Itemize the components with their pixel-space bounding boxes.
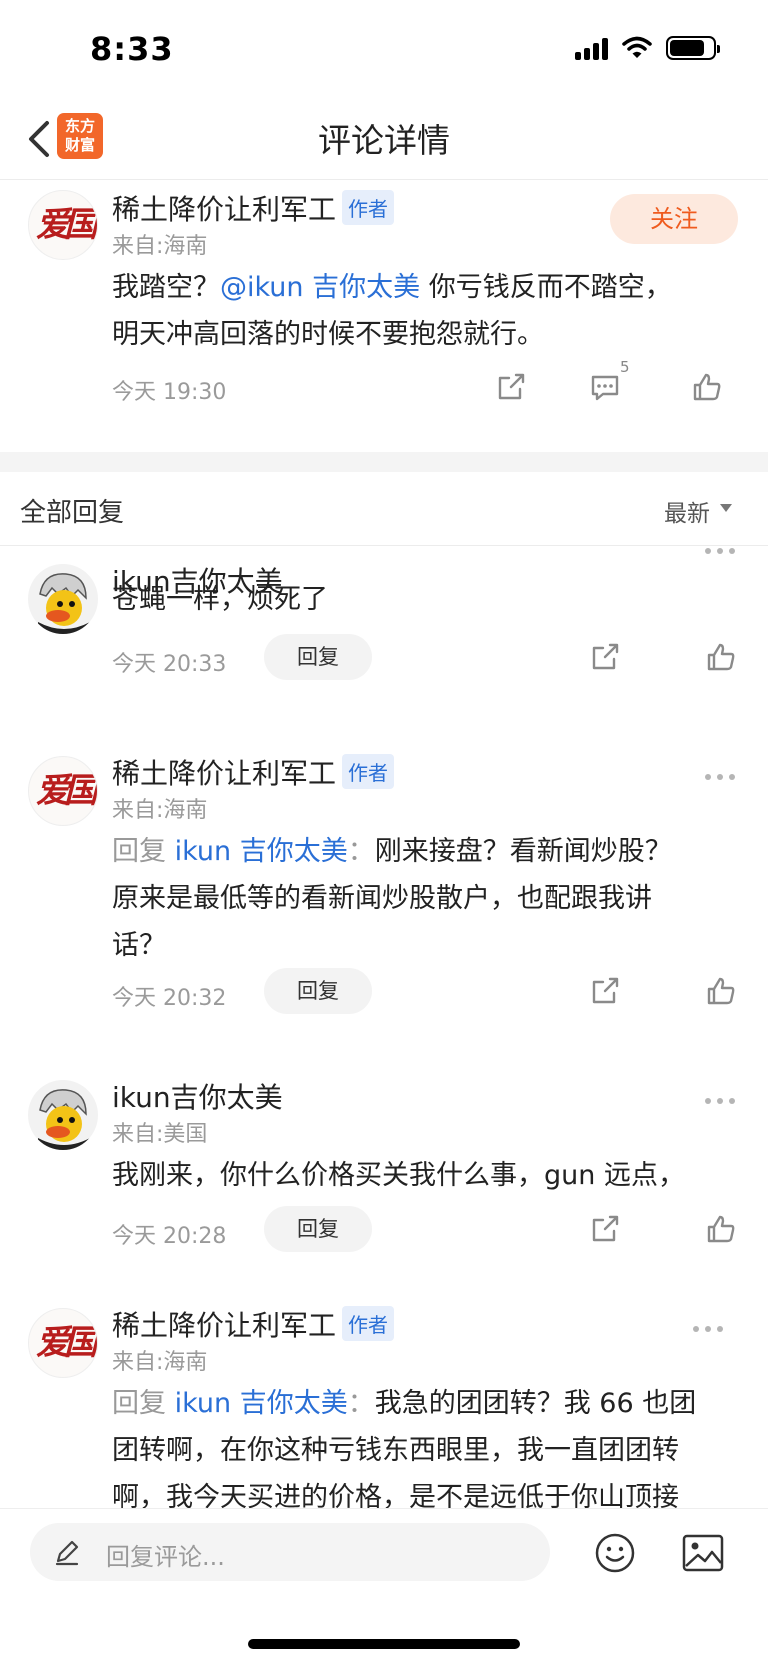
comment-author-name[interactable]: 稀土降价让利军工 [112, 1304, 336, 1344]
caret-down-icon[interactable] [720, 504, 732, 512]
share-icon[interactable] [588, 640, 622, 674]
post-time: 今天 19:30 [112, 380, 227, 405]
comment-text-line1: 苍蝇一样，烦死了 [112, 584, 328, 615]
comment-location: 来自:海南 [112, 798, 208, 823]
comment-time: 今天 20:28 [112, 1224, 227, 1249]
comment-content: 回复 ikun 吉你太美：刚来接盘？看新闻炒股？ 原来是最低等的看新闻炒股散户，… [112, 828, 742, 969]
avatar[interactable] [28, 1080, 98, 1150]
emoji-icon[interactable] [593, 1531, 637, 1575]
pencil-icon [55, 1540, 79, 1566]
like-icon[interactable] [704, 640, 738, 674]
comment-item: ikun吉你太美 苍蝇一样，烦死了 今天 20:33 回复 [0, 546, 768, 736]
wifi-icon [622, 36, 652, 58]
comment-item: 爱国 稀土降价让利军工 作者 来自:海南 回复 ikun 吉你太美：刚来接盘？看… [0, 736, 768, 1060]
reply-colon: ： [347, 1388, 375, 1419]
comment-text-line3: 话？ [112, 930, 166, 961]
comment-content: 苍蝇一样，烦死了 [112, 576, 328, 623]
comment-author-name[interactable]: 稀土降价让利军工 [112, 752, 336, 792]
comment-content: 我刚来，你什么价格买关我什么事，gun 远点， [112, 1152, 685, 1199]
reply-input-placeholder: 回复评论... [106, 1543, 225, 1571]
nav-bar: 东方 财富 评论详情 [0, 100, 768, 180]
post-content: 我踏空？@ikun 吉你太美 你亏钱反而不踏空， 明天冲高回落的时候不要抱怨就行… [112, 264, 732, 358]
more-options-icon[interactable] [705, 1096, 739, 1106]
comment-time: 今天 20:33 [112, 652, 227, 677]
share-icon[interactable] [588, 1212, 622, 1246]
mention-link[interactable]: ikun 吉你太美 [175, 1388, 348, 1419]
battery-icon [666, 36, 720, 60]
more-options-icon[interactable] [705, 772, 739, 782]
avatar[interactable]: 爱国 [28, 190, 98, 260]
share-icon[interactable] [494, 370, 528, 404]
like-icon[interactable] [704, 974, 738, 1008]
comment-text-line1: 刚来接盘？看新闻炒股？ [374, 836, 672, 867]
reply-colon: ： [347, 836, 375, 867]
all-replies-label: 全部回复 [20, 498, 125, 528]
avatar-seal-text: 爱国 [36, 771, 97, 811]
status-time: 8:33 [90, 30, 174, 68]
comment-location: 来自:海南 [112, 1350, 208, 1375]
post-location: 来自:海南 [112, 234, 208, 259]
original-post: 爱国 稀土降价让利军工 作者 来自:海南 关注 我踏空？@ikun 吉你太美 你… [0, 180, 768, 452]
author-badge: 作者 [342, 1306, 394, 1341]
reply-button[interactable]: 回复 [264, 634, 372, 680]
section-divider [0, 452, 768, 472]
duck-avatar-icon [38, 1089, 90, 1150]
comment-icon[interactable] [588, 370, 622, 404]
more-options-icon[interactable] [693, 1324, 727, 1334]
status-icons [575, 36, 720, 60]
reply-prefix: 回复 [112, 1388, 166, 1419]
share-icon[interactable] [588, 974, 622, 1008]
post-author-name[interactable]: 稀土降价让利军工 [112, 188, 336, 228]
home-indicator [248, 1639, 520, 1649]
duck-avatar-icon [38, 573, 90, 634]
mention-link[interactable]: ikun 吉你太美 [175, 836, 348, 867]
like-icon[interactable] [704, 1212, 738, 1246]
author-badge: 作者 [342, 754, 394, 789]
post-text-before: 我踏空？ [112, 272, 220, 303]
comment-item: ikun吉你太美 来自:美国 我刚来，你什么价格买关我什么事，gun 远点， 今… [0, 1060, 768, 1274]
reply-button[interactable]: 回复 [264, 1206, 372, 1252]
mention-link[interactable]: @ikun 吉你太美 [220, 272, 420, 303]
comment-location: 来自:美国 [112, 1122, 208, 1147]
comment-author-name[interactable]: ikun吉你太美 [112, 1076, 283, 1116]
comment-text-line3: 啊，我今天买进的价格，是不是远低于你山顶接 [112, 1482, 679, 1508]
image-icon[interactable] [681, 1533, 725, 1573]
comment-text-line2: 团转啊，在你这种亏钱东西眼里，我一直团团转 [112, 1435, 679, 1466]
comment-time: 今天 20:32 [112, 986, 227, 1011]
reply-input[interactable]: 回复评论... [30, 1523, 550, 1581]
follow-button[interactable]: 关注 [610, 194, 738, 244]
reply-button[interactable]: 回复 [264, 968, 372, 1014]
avatar[interactable]: 爱国 [28, 1308, 98, 1378]
more-options-icon[interactable] [705, 546, 739, 556]
avatar[interactable] [28, 564, 98, 634]
comment-text-line2: 原来是最低等的看新闻炒股散户，也配跟我讲 [112, 883, 652, 914]
avatar[interactable]: 爱国 [28, 756, 98, 826]
like-icon[interactable] [690, 370, 724, 404]
cellular-signal-icon [575, 36, 608, 60]
post-text-line2: 明天冲高回落的时候不要抱怨就行。 [112, 319, 544, 350]
reply-prefix: 回复 [112, 836, 166, 867]
replies-header: 全部回复 最新 [0, 472, 768, 546]
comment-text-line1: 我刚来，你什么价格买关我什么事，gun 远点， [112, 1160, 685, 1191]
page-title: 评论详情 [318, 121, 450, 160]
comment-item: 爱国 稀土降价让利军工 作者 来自:海南 回复 ikun 吉你太美：我急的团团转… [0, 1274, 768, 1508]
post-text-after: 你亏钱反而不踏空， [420, 272, 672, 303]
status-bar: 8:33 [0, 0, 768, 100]
comment-content: 回复 ikun 吉你太美：我急的团团转？我 66 也团 团转啊，在你这种亏钱东西… [112, 1380, 742, 1508]
sort-dropdown[interactable]: 最新 [664, 494, 710, 528]
avatar-seal-text: 爱国 [36, 205, 97, 245]
avatar-seal-text: 爱国 [36, 1323, 97, 1363]
bottom-bar: 回复评论... [0, 1508, 768, 1663]
comment-text-line1: 我急的团团转？我 66 也团 [374, 1388, 697, 1419]
comment-count: 5 [620, 358, 630, 376]
author-badge: 作者 [342, 190, 394, 225]
